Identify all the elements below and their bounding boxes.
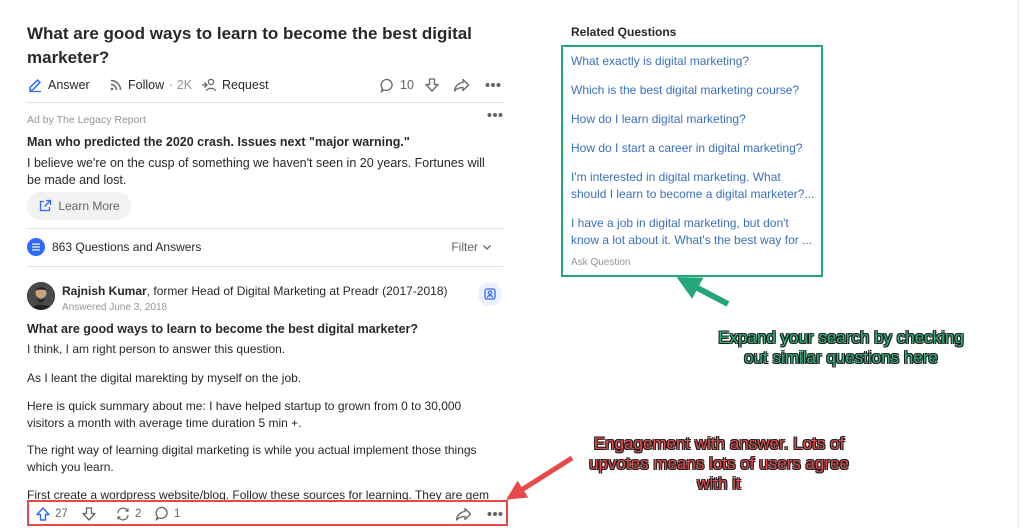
related-callout-text: Expand your search by checking out simil… xyxy=(718,328,964,367)
engagement-callout-text: Engagement with answer. Lots of upvotes … xyxy=(589,434,849,493)
green-arrow xyxy=(676,277,730,307)
page-edge-divider xyxy=(1018,0,1019,528)
annotation-arrows xyxy=(506,277,730,500)
red-arrow xyxy=(506,455,574,500)
